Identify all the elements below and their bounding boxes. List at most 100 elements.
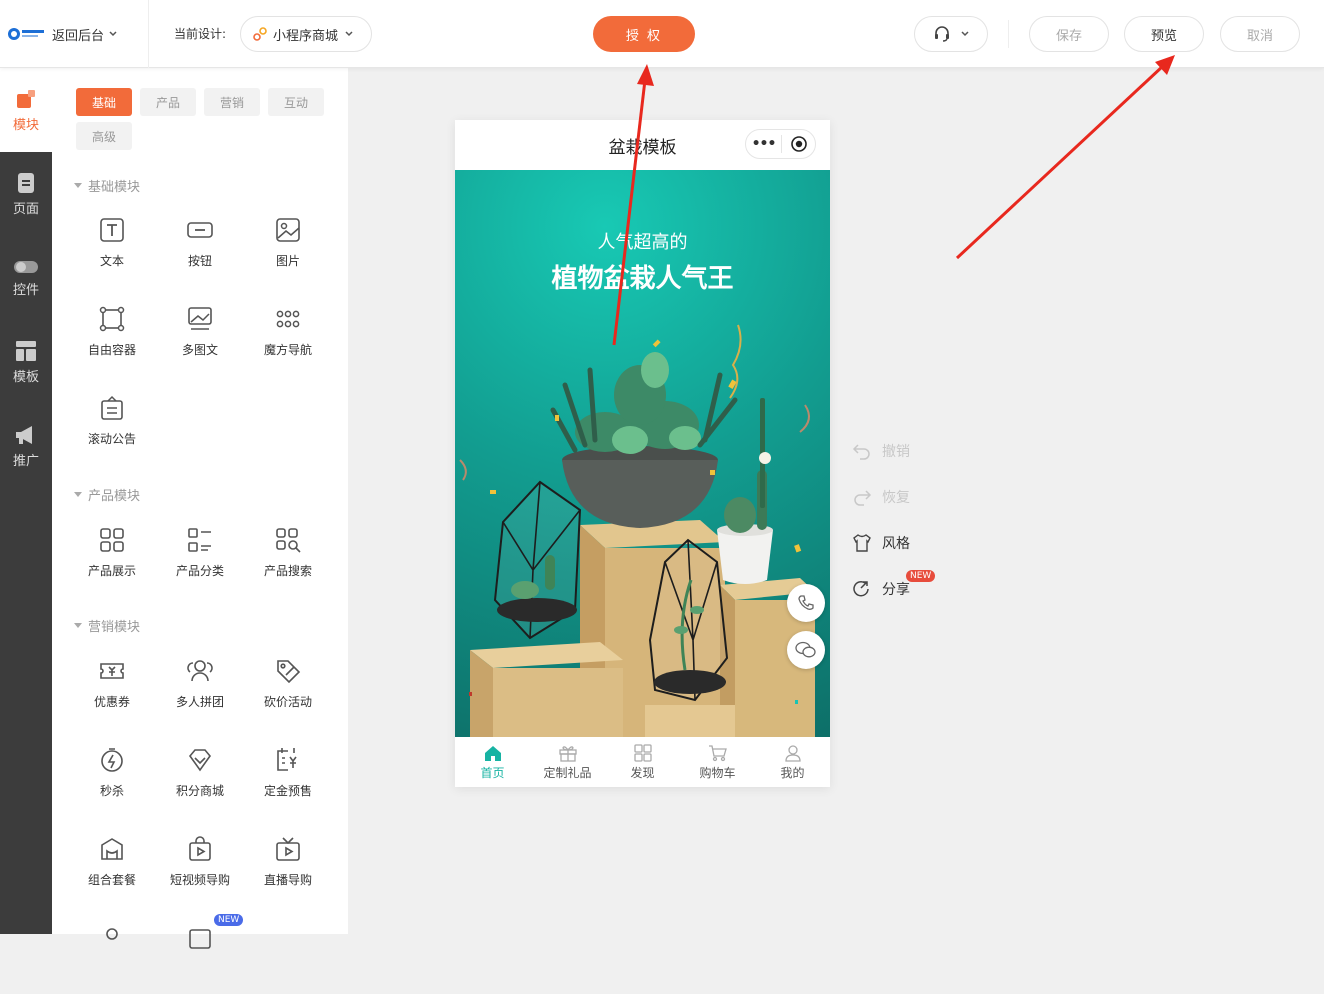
tab-discover[interactable]: 发现 bbox=[605, 737, 680, 787]
tab-advanced[interactable]: 高级 bbox=[76, 122, 132, 150]
wechat-button[interactable] bbox=[787, 631, 825, 669]
module-image[interactable]: 图片 bbox=[244, 216, 332, 286]
customer-service-button[interactable] bbox=[914, 16, 988, 52]
module-bargain[interactable]: 砍价活动 bbox=[244, 657, 332, 727]
module-magic-nav[interactable]: 魔方导航 bbox=[244, 305, 332, 375]
wechat-icon bbox=[795, 641, 816, 658]
hero-banner[interactable]: 人气超高的 植物盆栽人气王 bbox=[455, 170, 830, 737]
home-icon bbox=[484, 745, 501, 761]
back-to-admin-dropdown[interactable]: 返回后台 bbox=[52, 24, 118, 44]
group-people-icon bbox=[187, 660, 213, 682]
redo-button[interactable]: 恢复 bbox=[852, 486, 962, 508]
module-scroll-notice[interactable]: 滚动公告 bbox=[68, 394, 156, 464]
text-icon bbox=[100, 218, 124, 242]
miniprogram-capsule[interactable]: ••• bbox=[745, 129, 816, 159]
module-label: 自由容器 bbox=[87, 343, 136, 357]
tab-label: 发现 bbox=[630, 765, 655, 780]
more-dots-icon[interactable]: ••• bbox=[746, 136, 781, 152]
authorize-button[interactable]: 授 权 bbox=[593, 16, 695, 52]
module-combo-package[interactable]: 组合套餐 bbox=[68, 835, 156, 905]
search-user-icon bbox=[106, 928, 118, 940]
sidebar-item-page[interactable]: 页面 bbox=[0, 164, 52, 224]
new-badge: NEW bbox=[906, 570, 936, 582]
module-group-buy[interactable]: 多人拼团 bbox=[156, 657, 244, 727]
tab-label: 定制礼品 bbox=[543, 765, 592, 780]
collapse-triangle-icon bbox=[74, 492, 82, 497]
annotation-arrow-to-preview bbox=[955, 55, 1175, 260]
tab-cart[interactable]: 购物车 bbox=[680, 737, 755, 787]
design-selector[interactable]: 小程序商城 bbox=[240, 16, 372, 52]
share-button[interactable]: 分享 NEW bbox=[852, 570, 962, 600]
price-tag-icon bbox=[277, 660, 301, 684]
free-container-icon bbox=[99, 306, 125, 332]
style-button[interactable]: 风格 bbox=[852, 532, 962, 554]
grid-dots-icon bbox=[276, 310, 300, 328]
tab-home[interactable]: 首页 bbox=[455, 737, 530, 787]
phone-preview: 盆栽模板 ••• 人气超高的 植物盆栽人气王 首页 定制礼品 发现 购物车 我的 bbox=[455, 120, 830, 787]
sidebar-item-template[interactable]: 模板 bbox=[0, 332, 52, 392]
module-label: 产品分类 bbox=[175, 564, 224, 578]
top-bar: 返回后台 当前设计: 小程序商城 授 权 保存 预览 取消 bbox=[0, 0, 1324, 68]
undo-label: 撤销 bbox=[882, 444, 910, 460]
left-icon-bar: 模块 页面 控件 模板 推广 bbox=[0, 68, 52, 934]
module-points-mall[interactable]: 积分商城 bbox=[156, 746, 244, 816]
module-coupon[interactable]: 优惠券 bbox=[68, 657, 156, 727]
product-search-icon bbox=[276, 528, 301, 553]
section-title-basic[interactable]: 基础模块 bbox=[74, 176, 140, 195]
save-button[interactable]: 保存 bbox=[1029, 16, 1109, 52]
cart-icon bbox=[708, 744, 727, 761]
diamond-icon bbox=[188, 749, 212, 772]
cancel-button[interactable]: 取消 bbox=[1220, 16, 1300, 52]
tab-basic[interactable]: 基础 bbox=[76, 88, 132, 116]
video-bag-icon bbox=[189, 836, 211, 861]
module-button[interactable]: 按钮 bbox=[156, 216, 244, 286]
module-partial-1[interactable] bbox=[68, 924, 156, 994]
sidebar-item-label: 页面 bbox=[12, 201, 39, 217]
current-design-label: 当前设计: bbox=[174, 27, 227, 41]
new-badge: NEW bbox=[214, 914, 244, 926]
module-label: 多人拼团 bbox=[175, 695, 224, 709]
chevron-down-icon bbox=[109, 31, 117, 37]
divider bbox=[1008, 20, 1009, 48]
close-target-icon[interactable] bbox=[782, 135, 815, 153]
module-product-display[interactable]: 产品展示 bbox=[68, 526, 156, 596]
category-list-icon bbox=[188, 528, 211, 552]
tab-custom-gift[interactable]: 定制礼品 bbox=[530, 737, 605, 787]
module-panel: 基础 产品 营销 互动 高级 基础模块 文本 按钮 图片 自由容器 多图文 魔方… bbox=[52, 68, 348, 949]
divider bbox=[148, 0, 149, 68]
phone-call-button[interactable] bbox=[787, 584, 825, 622]
sidebar-item-module[interactable]: 模块 bbox=[0, 80, 52, 140]
module-label: 定金预售 bbox=[263, 784, 312, 798]
undo-button[interactable]: 撤销 bbox=[852, 440, 962, 462]
module-product-category[interactable]: 产品分类 bbox=[156, 526, 244, 596]
undo-icon bbox=[852, 444, 870, 460]
tab-marketing[interactable]: 营销 bbox=[204, 88, 260, 116]
megaphone-icon bbox=[16, 425, 32, 444]
module-deposit-presale[interactable]: 定金预售 bbox=[244, 746, 332, 816]
phone-icon bbox=[798, 595, 814, 610]
module-flash-sale[interactable]: 秒杀 bbox=[68, 746, 156, 816]
section-title-marketing[interactable]: 营销模块 bbox=[74, 616, 140, 635]
tab-interaction[interactable]: 互动 bbox=[268, 88, 324, 116]
module-label: 多图文 bbox=[181, 343, 218, 357]
discover-grid-icon bbox=[633, 743, 652, 762]
module-multi-image-text[interactable]: 多图文 bbox=[156, 305, 244, 375]
module-text[interactable]: 文本 bbox=[68, 216, 156, 286]
module-live-guide[interactable]: 直播导购 bbox=[244, 835, 332, 905]
module-free-container[interactable]: 自由容器 bbox=[68, 305, 156, 375]
sidebar-item-label: 模块 bbox=[12, 117, 39, 133]
section-title-product[interactable]: 产品模块 bbox=[74, 485, 140, 504]
chevron-down-icon bbox=[961, 31, 969, 37]
sidebar-item-promotion[interactable]: 推广 bbox=[0, 416, 52, 476]
module-partial-2[interactable] bbox=[156, 924, 244, 994]
tab-label: 首页 bbox=[480, 765, 505, 780]
tab-product[interactable]: 产品 bbox=[140, 88, 196, 116]
tab-label: 购物车 bbox=[699, 765, 736, 780]
module-short-video-guide[interactable]: 短视频导购 bbox=[156, 835, 244, 905]
module-product-search[interactable]: 产品搜索 bbox=[244, 526, 332, 596]
preview-button[interactable]: 预览 bbox=[1124, 16, 1204, 52]
tab-mine[interactable]: 我的 bbox=[755, 737, 830, 787]
tab-label: 我的 bbox=[780, 765, 805, 780]
sidebar-item-control[interactable]: 控件 bbox=[0, 248, 52, 308]
flash-timer-icon bbox=[101, 748, 123, 772]
